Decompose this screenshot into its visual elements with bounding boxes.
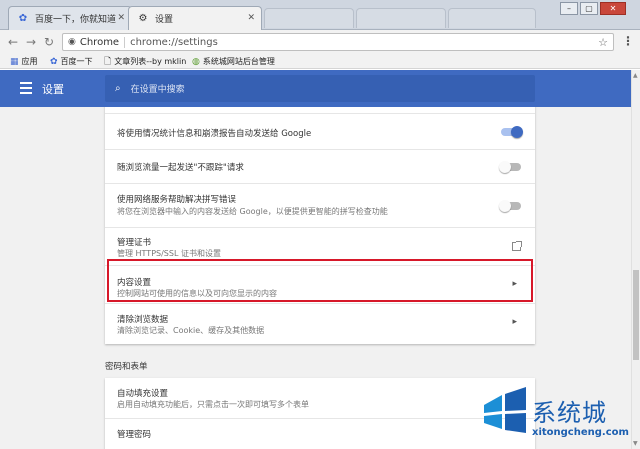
tab-baidu[interactable]: ✿ 百度一下，你就知道 ✕ [8, 6, 132, 30]
privacy-card: 将使用情况统计信息和崩溃报告自动发送给 Google 随浏览流量一起发送"不跟踪… [105, 107, 535, 344]
bookmarks-bar: ▦ 应用 ✿ 百度一下 🗋 文章列表--by mklin ◍ 系统城网站后台管理 [0, 54, 640, 69]
highlight-box [107, 259, 533, 302]
scrollbar-thumb[interactable] [633, 270, 639, 360]
row-title: 使用网络服务帮助解决拼写错误 [117, 195, 237, 205]
search-icon: ⌕ [115, 83, 121, 94]
address-url[interactable]: chrome://settings [130, 37, 218, 48]
setting-row-autofill[interactable]: 自动填充设置 启用自动填充功能后，只需点击一次即可填写多个表单 [105, 378, 535, 418]
usage-stats-toggle[interactable] [501, 126, 523, 138]
watermark-logo: 系统城 xitongcheng.com [480, 385, 640, 449]
gear-icon: ⚙ [138, 13, 148, 24]
bookmark-baidu[interactable]: ✿ 百度一下 [50, 55, 93, 68]
reload-icon[interactable]: ↻ [42, 35, 56, 49]
tab-strip: ✿ 百度一下，你就知道 ✕ ⚙ 设置 ✕ – ▢ ✕ [0, 0, 640, 30]
background-tab[interactable] [264, 8, 354, 28]
bookmark-label: 百度一下 [60, 57, 93, 66]
address-chip: Chrome [80, 36, 126, 48]
close-window-button[interactable]: ✕ [600, 2, 626, 15]
row-title: 管理证书 [117, 238, 152, 248]
row-subtitle: 管理 HTTPS/SSL 证书和设置 [117, 249, 221, 258]
close-icon[interactable]: ✕ [247, 13, 255, 23]
apps-grid-icon: ▦ [10, 56, 19, 67]
row-title: 随浏览流量一起发送"不跟踪"请求 [117, 163, 244, 173]
settings-header: 设置 ⌕ 在设置中搜索 [0, 70, 631, 107]
globe-icon: ◍ [192, 56, 200, 67]
bookmark-articles[interactable]: 🗋 文章列表--by mklin [104, 55, 186, 68]
row-title: 清除浏览数据 [117, 315, 169, 325]
chevron-right-icon: ▸ [512, 317, 517, 327]
bookmark-apps[interactable]: ▦ 应用 [10, 55, 38, 68]
row-subtitle: 清除浏览记录、Cookie、缓存及其他数据 [117, 326, 265, 335]
bookmark-star-icon[interactable]: ☆ [598, 36, 608, 49]
browser-toolbar: ← → ↻ ◉ Chrome chrome://settings ☆ [0, 30, 640, 54]
setting-row-do-not-track[interactable]: 随浏览流量一起发送"不跟踪"请求 [105, 149, 535, 183]
row-subtitle: 将您在浏览器中输入的内容发送给 Google，以便提供更智能的拼写检查功能 [117, 207, 388, 216]
forward-icon[interactable]: → [24, 35, 38, 49]
background-tab[interactable] [448, 8, 536, 28]
back-icon[interactable]: ← [6, 35, 20, 49]
row-title: 将使用情况统计信息和崩溃报告自动发送给 Google [117, 129, 312, 139]
passwords-card: 自动填充设置 启用自动填充功能后，只需点击一次即可填写多个表单 管理密码 [105, 378, 535, 449]
maximize-button[interactable]: ▢ [580, 2, 598, 15]
chrome-icon: ◉ [68, 37, 76, 47]
address-bar[interactable]: ◉ Chrome chrome://settings ☆ [62, 33, 614, 51]
page-icon: 🗋 [104, 56, 112, 67]
background-tab[interactable] [356, 8, 446, 28]
search-placeholder: 在设置中搜索 [130, 85, 185, 95]
bookmark-admin[interactable]: ◍ 系统城网站后台管理 [192, 55, 275, 68]
menu-dots-icon[interactable]: ⋮ [622, 34, 634, 48]
do-not-track-toggle[interactable] [499, 161, 521, 173]
watermark-url: xitongcheng.com [532, 427, 629, 438]
tab-title: 百度一下，你就知道 [35, 15, 117, 25]
tab-settings[interactable]: ⚙ 设置 ✕ [128, 6, 262, 30]
hamburger-menu-icon[interactable] [20, 82, 32, 97]
tab-title: 设置 [155, 15, 174, 25]
setting-row-clear-data[interactable]: 清除浏览数据 清除浏览记录、Cookie、缓存及其他数据 ▸ [105, 303, 535, 344]
paw-icon: ✿ [50, 56, 58, 67]
page-title: 设置 [42, 83, 64, 96]
setting-row-spelling[interactable]: 使用网络服务帮助解决拼写错误 将您在浏览器中输入的内容发送给 Google，以便… [105, 183, 535, 227]
settings-search-input[interactable]: ⌕ 在设置中搜索 [105, 75, 535, 102]
windows-logo-icon [484, 387, 526, 433]
bookmark-label: 文章列表--by mklin [114, 57, 187, 66]
row-subtitle: 启用自动填充功能后，只需点击一次即可填写多个表单 [117, 400, 309, 409]
bookmark-label: 应用 [21, 57, 38, 66]
paw-icon: ✿ [18, 13, 28, 24]
setting-row-usage-stats[interactable]: 将使用情况统计信息和崩溃报告自动发送给 Google [105, 113, 535, 149]
external-link-icon[interactable] [512, 241, 522, 251]
setting-row-manage-passwords[interactable]: 管理密码 [105, 418, 535, 449]
section-heading-passwords: 密码和表单 [105, 362, 148, 372]
spelling-toggle[interactable] [499, 200, 521, 212]
watermark-brand: 系统城 [532, 399, 607, 427]
row-title: 自动填充设置 [117, 389, 169, 399]
bookmark-label: 系统城网站后台管理 [202, 57, 275, 66]
close-icon[interactable]: ✕ [117, 13, 125, 23]
row-title: 管理密码 [117, 430, 152, 440]
scroll-up-icon[interactable]: ▲ [633, 72, 638, 79]
minimize-button[interactable]: – [560, 2, 578, 15]
